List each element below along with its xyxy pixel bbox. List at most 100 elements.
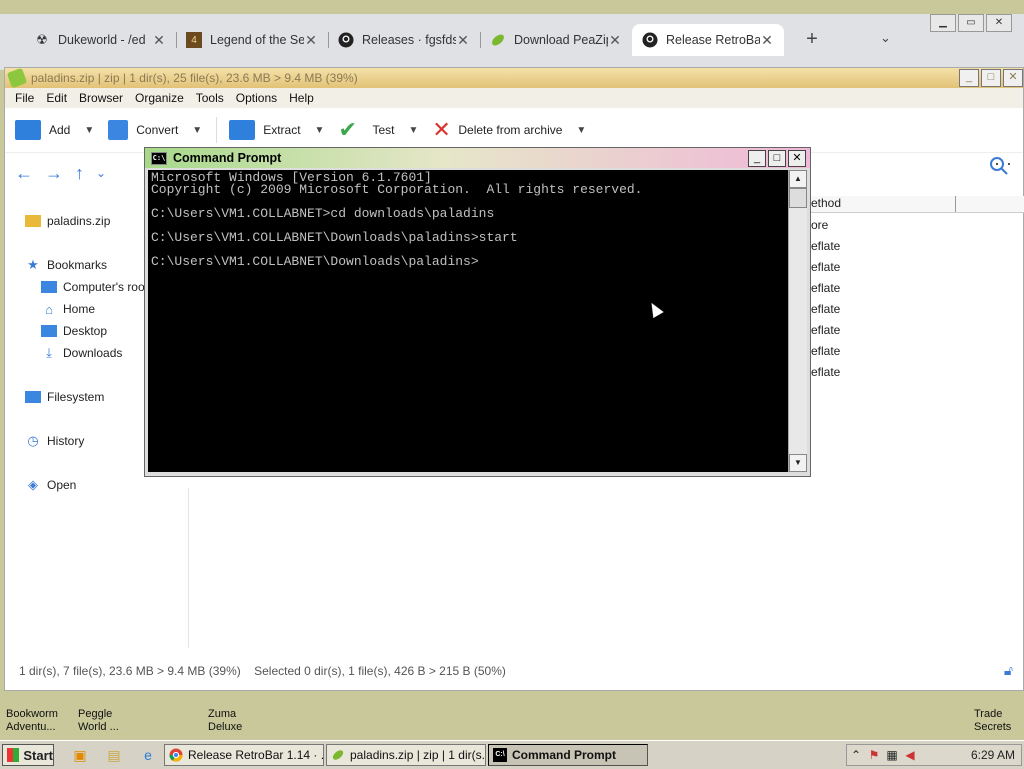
sidebar-item-archive[interactable]: paladins.zip xyxy=(25,214,110,228)
clock[interactable]: 6:29 AM xyxy=(971,748,1015,762)
folder-icon[interactable]: ▤ xyxy=(106,747,122,763)
forward-icon[interactable]: → xyxy=(45,163,63,184)
new-tab-button[interactable]: + xyxy=(800,28,824,51)
desktop-icon-label: Trade xyxy=(974,708,1003,720)
windows-logo-icon xyxy=(7,748,20,762)
chrome-icon xyxy=(169,748,183,762)
desktop-icon-trade-secrets[interactable]: Trade Secrets xyxy=(974,708,1011,734)
system-tray: ⌃ ⚑ ▦ ◀ 6:29 AM xyxy=(846,744,1022,766)
media-player-icon[interactable]: ▣ xyxy=(72,747,88,763)
convert-label: Convert xyxy=(136,123,179,137)
game-icon: 4 xyxy=(186,32,202,48)
sidebar-item-computers-root[interactable]: Computer's root xyxy=(41,280,148,294)
back-icon[interactable]: ← xyxy=(15,163,33,184)
sidebar-item-filesystem[interactable]: Filesystem xyxy=(25,390,104,404)
close-button[interactable]: ✕ xyxy=(788,150,806,167)
maximize-button[interactable]: □ xyxy=(768,150,786,167)
desktop-icon-peggle[interactable]: Peggle World ... xyxy=(78,708,119,734)
maximize-button[interactable]: ▭ xyxy=(958,14,984,32)
menu-tools[interactable]: Tools xyxy=(190,91,230,105)
sidebar-item-downloads[interactable]: ⤓ Downloads xyxy=(41,345,122,360)
test-label: Test xyxy=(372,123,395,137)
delete-button[interactable]: ✕ Delete from archive ▼ xyxy=(432,117,586,142)
tab-label: Dukeworld - /ed xyxy=(58,33,146,47)
column-header-method[interactable]: ethod xyxy=(811,196,1024,213)
tab-dukeworld[interactable]: ☢ Dukeworld - /ed ✕ xyxy=(24,24,176,56)
volume-icon[interactable]: ◀ xyxy=(901,748,919,762)
close-icon[interactable]: ✕ xyxy=(608,32,622,49)
lock-icon[interactable]: 🔓︎ xyxy=(1004,662,1013,679)
tab-download-peazip[interactable]: Download PeaZip ✕ xyxy=(480,24,632,56)
console-output[interactable]: Microsoft Windows [Version 6.1.7601] Cop… xyxy=(148,170,789,472)
menu-edit[interactable]: Edit xyxy=(40,91,73,105)
close-icon[interactable]: ✕ xyxy=(152,32,166,49)
peazip-icon xyxy=(6,67,28,89)
delete-icon: ✕ xyxy=(432,117,451,142)
status-selection-summary: Selected 0 dir(s), 1 file(s), 426 B > 21… xyxy=(254,664,506,678)
download-icon: ⤓ xyxy=(46,345,52,360)
chevron-down-icon[interactable]: ⌄ xyxy=(96,166,106,180)
sidebar-item-history[interactable]: ◷ History xyxy=(25,433,84,448)
add-button[interactable]: Add ▼ xyxy=(15,120,94,140)
maximize-button[interactable]: □ xyxy=(981,69,1001,87)
network-icon[interactable]: ▦ xyxy=(883,748,901,762)
show-hidden-icons-icon[interactable]: ⌃ xyxy=(847,748,865,762)
history-icon: ◷ xyxy=(27,433,39,448)
close-icon[interactable]: ✕ xyxy=(456,32,470,49)
tab-releases-fgsfds[interactable]: Releases · fgsfds ✕ xyxy=(328,24,480,56)
chevron-down-icon[interactable]: ▼ xyxy=(576,125,586,136)
sidebar-item-open[interactable]: ◈ Open xyxy=(25,477,76,492)
status-bar: 1 dir(s), 7 file(s), 23.6 MB > 9.4 MB (3… xyxy=(19,664,516,678)
chevron-down-icon[interactable]: ▼ xyxy=(408,125,418,136)
chevron-down-icon[interactable]: ▼ xyxy=(84,125,94,136)
cmd-titlebar[interactable]: C:\ Command Prompt xyxy=(145,148,810,168)
sidebar-item-label: Desktop xyxy=(63,324,108,338)
action-center-icon[interactable]: ⚑ xyxy=(865,748,883,762)
convert-button[interactable]: Convert ▼ xyxy=(108,120,202,140)
menu-browser[interactable]: Browser xyxy=(73,91,129,105)
tab-legend[interactable]: 4 Legend of the Se ✕ xyxy=(176,24,328,56)
sidebar-item-label: Home xyxy=(63,302,96,316)
vertical-scrollbar[interactable]: ▲ ▼ xyxy=(788,170,807,472)
tab-release-retrobar[interactable]: Release RetroBar ✕ xyxy=(632,24,784,56)
close-icon[interactable]: ✕ xyxy=(304,32,318,49)
close-button[interactable]: ✕ xyxy=(986,14,1012,32)
close-icon[interactable]: ✕ xyxy=(760,32,774,49)
start-button[interactable]: Start xyxy=(2,744,54,766)
chevron-down-icon[interactable]: ▼ xyxy=(192,125,202,136)
star-icon: ★ xyxy=(27,257,39,272)
menu-options[interactable]: Options xyxy=(230,91,283,105)
desktop-icon-label: Bookworm xyxy=(6,708,58,720)
scroll-down-icon[interactable]: ▼ xyxy=(789,454,807,472)
up-icon[interactable]: ↑ xyxy=(75,163,84,184)
minimize-button[interactable]: ▁ xyxy=(930,14,956,32)
minimize-button[interactable]: _ xyxy=(748,150,766,167)
taskbar-button-peazip[interactable]: paladins.zip | zip | 1 dir(s... xyxy=(326,744,486,766)
chevron-down-icon[interactable]: ▼ xyxy=(315,125,325,136)
extract-button[interactable]: Extract ▼ xyxy=(229,120,324,140)
sidebar-item-home[interactable]: ⌂ Home xyxy=(41,302,96,317)
peazip-titlebar[interactable]: paladins.zip | zip | 1 dir(s), 25 file(s… xyxy=(5,67,1023,89)
sidebar-item-bookmarks[interactable]: ★ Bookmarks xyxy=(25,257,107,272)
menu-help[interactable]: Help xyxy=(283,91,320,105)
tab-label: Release RetroBar xyxy=(666,33,760,47)
menu-file[interactable]: File xyxy=(9,91,40,105)
desktop-icon-label: Deluxe xyxy=(208,721,243,733)
scroll-up-icon[interactable]: ▲ xyxy=(789,170,807,188)
desktop-icon-bookworm[interactable]: Bookworm Adventu... xyxy=(6,708,58,734)
column-divider[interactable] xyxy=(955,196,956,212)
scroll-thumb[interactable] xyxy=(789,188,807,208)
taskbar-button-chrome[interactable]: Release RetroBar 1.14 · ... xyxy=(164,744,324,766)
taskbar-button-cmd[interactable]: C:\ Command Prompt xyxy=(488,744,648,766)
minimize-button[interactable]: _ xyxy=(959,69,979,87)
search-icon[interactable] xyxy=(989,156,1013,180)
table-cell-method: eflate xyxy=(811,344,841,358)
tab-search-button[interactable]: ⌄ xyxy=(880,30,891,46)
desktop-icon-zuma[interactable]: Zuma Deluxe xyxy=(208,708,242,734)
test-button[interactable]: ✔ Test ▼ xyxy=(338,119,418,141)
sidebar-item-desktop[interactable]: Desktop xyxy=(41,324,107,338)
internet-explorer-icon[interactable]: e xyxy=(140,747,156,763)
menu-organize[interactable]: Organize xyxy=(129,91,190,105)
pane-divider[interactable] xyxy=(188,488,189,648)
close-button[interactable]: ✕ xyxy=(1003,69,1023,87)
